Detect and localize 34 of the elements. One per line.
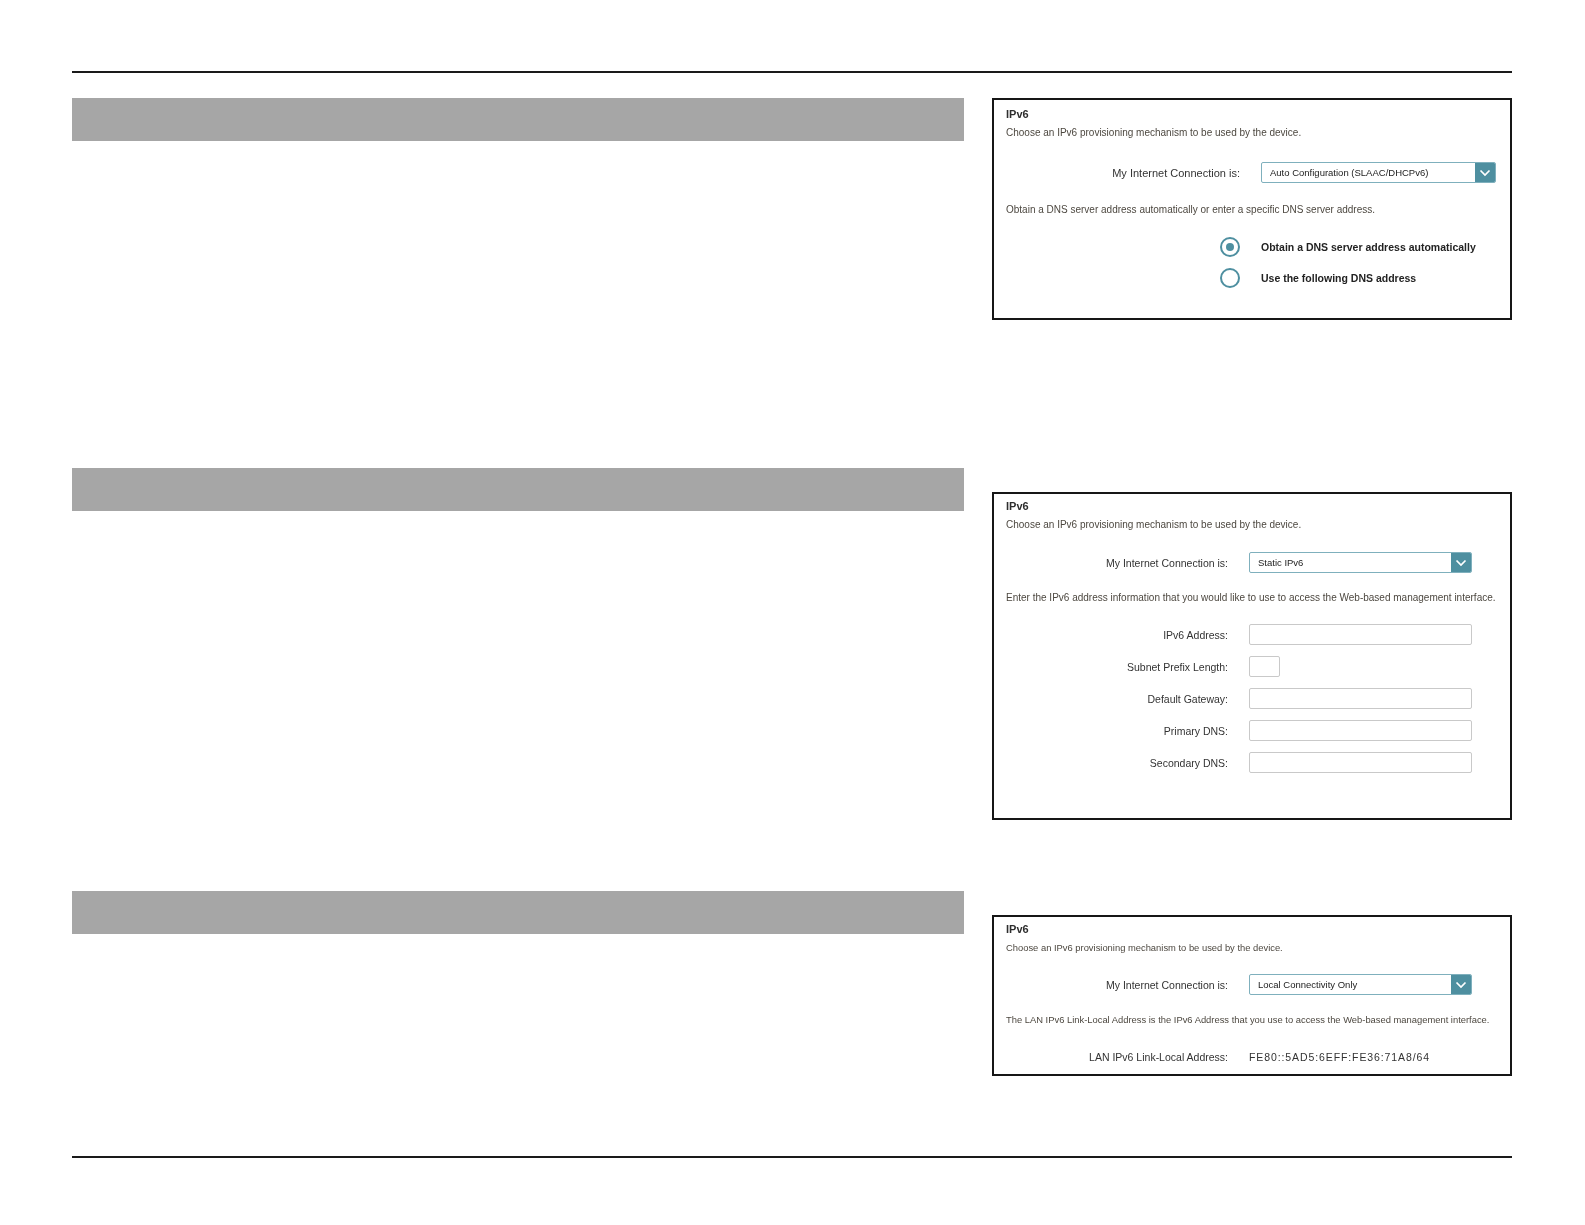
- connection-dropdown[interactable]: Static IPv6: [1249, 552, 1472, 573]
- panel-description: Choose an IPv6 provisioning mechanism to be used by the device.: [1006, 518, 1302, 532]
- connection-dropdown[interactable]: Local Connectivity Only: [1249, 974, 1472, 995]
- field-label: IPv6 Address:: [1163, 627, 1228, 642]
- field-label: Default Gateway:: [1147, 691, 1228, 706]
- field-label: My Internet Connection is:: [1106, 977, 1228, 992]
- field-label: Primary DNS:: [1163, 723, 1228, 738]
- chevron-down-icon[interactable]: [1451, 553, 1471, 572]
- input-field[interactable]: [1249, 720, 1472, 741]
- panel-description: Obtain a DNS server address automatically or enter a specific DNS server address.: [1006, 203, 1376, 217]
- radio-button[interactable]: [1220, 237, 1240, 257]
- panel-description: Choose an IPv6 provisioning mechanism to be used by the device.: [1006, 126, 1302, 140]
- chevron-down-icon[interactable]: [1451, 975, 1471, 994]
- input-field[interactable]: [1249, 656, 1280, 677]
- panel-description: Enter the IPv6 address information that you would like to use to access the Web-based management interface.: [1006, 591, 1496, 605]
- field-label: LAN IPv6 Link-Local Address:: [1089, 1050, 1228, 1064]
- chevron-down-icon[interactable]: [1475, 163, 1495, 182]
- panel-description: The LAN IPv6 Link-Local Address is the IPv6 Address that you use to access the Web-based management interface.: [1006, 1013, 1490, 1027]
- panel-description: Choose an IPv6 provisioning mechanism to be used by the device.: [1006, 941, 1283, 955]
- field-label: My Internet Connection is:: [1106, 555, 1228, 570]
- panel-title: IPv6: [1006, 499, 1029, 513]
- address-value: FE80::5AD5:6EFF:FE36:71A8/64: [1249, 1050, 1431, 1064]
- panel-title: IPv6: [1006, 922, 1029, 936]
- input-field[interactable]: [1249, 688, 1472, 709]
- option-label[interactable]: Use the following DNS address: [1261, 271, 1417, 285]
- input-field[interactable]: [1249, 752, 1472, 773]
- input-field[interactable]: [1249, 624, 1472, 645]
- field-label: Subnet Prefix Length:: [1127, 659, 1228, 674]
- radio-button[interactable]: [1220, 268, 1240, 288]
- field-label: My Internet Connection is:: [1112, 165, 1240, 180]
- connection-dropdown[interactable]: Auto Configuration (SLAAC/DHCPv6): [1261, 162, 1496, 183]
- option-label[interactable]: Obtain a DNS server address automatically: [1261, 240, 1476, 254]
- panel-title: IPv6: [1006, 107, 1029, 121]
- field-label: Secondary DNS:: [1149, 755, 1228, 770]
